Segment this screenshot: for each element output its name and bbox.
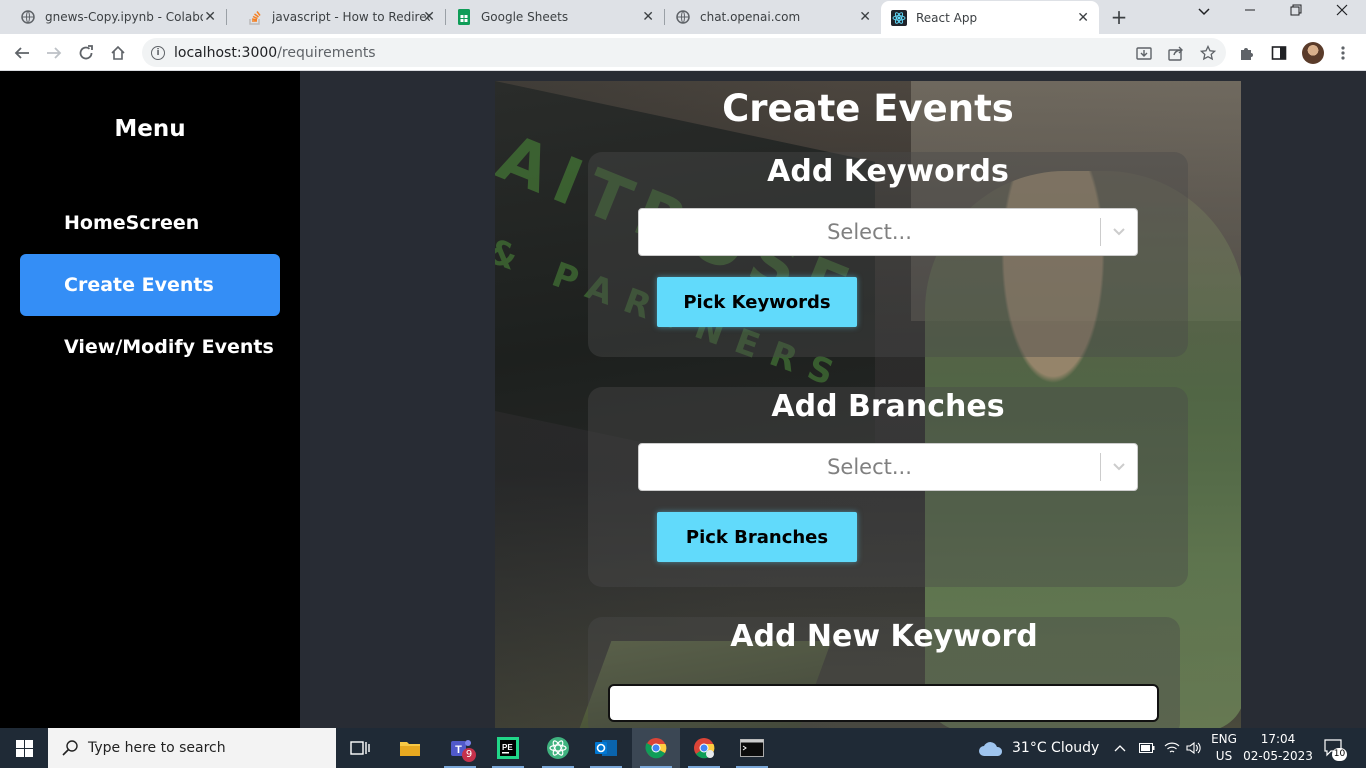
sidebar-item-create-events[interactable]: Create Events	[20, 254, 280, 316]
taskbar-search-placeholder: Type here to search	[88, 740, 226, 756]
language-code: ENG	[1211, 732, 1237, 746]
windows-taskbar: Type here to search T 9 PE 31°C Cloudy E…	[0, 728, 1366, 768]
teams-badge: 9	[462, 748, 476, 762]
clock-time: 17:04	[1260, 732, 1296, 746]
close-tab-icon[interactable]: ✕	[859, 9, 871, 25]
atom-icon[interactable]	[534, 728, 582, 768]
add-branches-title: Add Branches	[771, 389, 1005, 424]
tab-search-icon[interactable]	[1184, 4, 1224, 20]
branches-select-placeholder: Select...	[827, 455, 912, 479]
url-path: /requirements	[277, 44, 376, 61]
close-tab-icon[interactable]: ✕	[1077, 10, 1089, 26]
bookmark-star-icon[interactable]	[1198, 43, 1218, 63]
tray-overflow-icon[interactable]	[1114, 728, 1126, 768]
reload-icon[interactable]	[74, 41, 98, 65]
browser-tab-chatgpt[interactable]: chat.openai.com ✕	[665, 0, 881, 34]
add-new-keyword-title: Add New Keyword	[730, 619, 1038, 654]
sidebar-item-view-modify-events[interactable]: View/Modify Events	[20, 316, 280, 378]
weather-text: 31°C Cloudy	[1012, 740, 1100, 756]
keywords-select[interactable]: Select...	[638, 208, 1138, 256]
url-host: localhost:3000	[174, 44, 278, 61]
restore-icon[interactable]	[1276, 4, 1316, 20]
share-icon[interactable]	[1166, 43, 1186, 63]
notification-center-icon[interactable]: 10	[1324, 728, 1347, 768]
close-tab-icon[interactable]: ✕	[423, 9, 435, 25]
volume-icon[interactable]	[1186, 728, 1202, 768]
sheets-icon	[456, 9, 472, 25]
add-branches-card: Add Branches Select... Pick Branches	[588, 387, 1188, 587]
windows-start-icon[interactable]	[0, 728, 48, 768]
terminal-icon[interactable]	[728, 728, 776, 768]
new-tab-icon[interactable]: +	[1108, 5, 1130, 29]
home-icon[interactable]	[106, 41, 130, 65]
battery-icon[interactable]	[1139, 728, 1155, 768]
close-window-icon[interactable]	[1322, 4, 1362, 20]
browser-tab-title: javascript - How to Redirect to	[272, 10, 430, 24]
browser-tab-strip: gnews-Copy.ipynb - Colaboratory ✕ javasc…	[0, 0, 1366, 34]
menu-title: Menu	[114, 116, 186, 142]
svg-text:PE: PE	[502, 743, 513, 752]
outlook-icon[interactable]	[582, 728, 630, 768]
globe-icon	[20, 9, 36, 25]
cloud-icon	[978, 739, 1004, 757]
chrome-profile-icon[interactable]	[680, 728, 728, 768]
file-explorer-icon[interactable]	[386, 728, 434, 768]
browser-tab-colab[interactable]: gnews-Copy.ipynb - Colaboratory ✕	[0, 0, 226, 34]
branches-select[interactable]: Select...	[638, 443, 1138, 491]
weather-widget[interactable]: 31°C Cloudy	[978, 728, 1099, 768]
address-url[interactable]: localhost:3000/requirements	[174, 45, 376, 61]
sidebar: Menu HomeScreen Create Events View/Modif…	[0, 71, 300, 728]
browser-tab-sheets[interactable]: Google Sheets ✕	[446, 0, 664, 34]
extensions-puzzle-icon[interactable]	[1237, 43, 1257, 63]
chevron-down-icon[interactable]	[1101, 208, 1137, 256]
react-icon	[891, 9, 907, 26]
pycharm-icon[interactable]: PE	[484, 728, 532, 768]
chevron-down-icon[interactable]	[1101, 443, 1137, 491]
add-keywords-title: Add Keywords	[767, 154, 1009, 189]
input-language[interactable]: ENG US	[1204, 731, 1244, 765]
search-icon	[62, 740, 78, 756]
address-bar[interactable]: i localhost:3000/requirements	[142, 38, 1226, 67]
pick-branches-button[interactable]: Pick Branches	[657, 512, 857, 562]
close-tab-icon[interactable]: ✕	[204, 9, 216, 25]
task-view-icon[interactable]	[336, 728, 384, 768]
minimize-icon[interactable]	[1230, 4, 1270, 20]
stackoverflow-icon	[247, 9, 263, 25]
side-panel-icon[interactable]	[1269, 43, 1289, 63]
main-content: AITROSE & PARTNERS Create Events Add Key…	[300, 71, 1366, 737]
install-app-icon[interactable]	[1134, 43, 1154, 63]
sidebar-item-homescreen[interactable]: HomeScreen	[20, 192, 280, 254]
keywords-select-placeholder: Select...	[827, 220, 912, 244]
browser-tab-title: Google Sheets	[481, 10, 569, 24]
forward-arrow-icon[interactable]	[42, 41, 66, 65]
new-keyword-input[interactable]	[608, 684, 1159, 722]
profile-avatar[interactable]	[1302, 42, 1324, 64]
clock-date: 02-05-2023	[1243, 749, 1313, 763]
site-info-icon[interactable]: i	[151, 45, 165, 60]
browser-tab-stackoverflow[interactable]: javascript - How to Redirect to ✕	[227, 0, 445, 34]
browser-menu-icon[interactable]	[1333, 43, 1353, 63]
taskbar-search-box[interactable]: Type here to search	[48, 728, 336, 768]
globe-icon	[675, 9, 691, 25]
teams-icon[interactable]: T 9	[436, 728, 484, 768]
pick-keywords-button[interactable]: Pick Keywords	[657, 277, 857, 327]
chrome-icon[interactable]	[632, 728, 680, 768]
wifi-icon[interactable]	[1164, 728, 1180, 768]
add-new-keyword-card: Add New Keyword	[588, 617, 1180, 737]
browser-tab-react-app[interactable]: React App ✕	[881, 1, 1099, 34]
notification-count: 10	[1332, 748, 1347, 761]
system-clock[interactable]: 17:04 02-05-2023	[1240, 731, 1316, 765]
browser-toolbar: i localhost:3000/requirements	[0, 34, 1366, 71]
close-tab-icon[interactable]: ✕	[642, 9, 654, 25]
browser-tab-title: React App	[916, 10, 978, 25]
browser-tab-title: gnews-Copy.ipynb - Colaboratory	[45, 10, 203, 24]
add-keywords-card: Add Keywords Select... Pick Keywords	[588, 152, 1188, 357]
region-code: US	[1215, 749, 1233, 763]
page-title: Create Events	[722, 87, 1014, 130]
browser-tab-title: chat.openai.com	[700, 10, 801, 24]
back-arrow-icon[interactable]	[10, 41, 34, 65]
